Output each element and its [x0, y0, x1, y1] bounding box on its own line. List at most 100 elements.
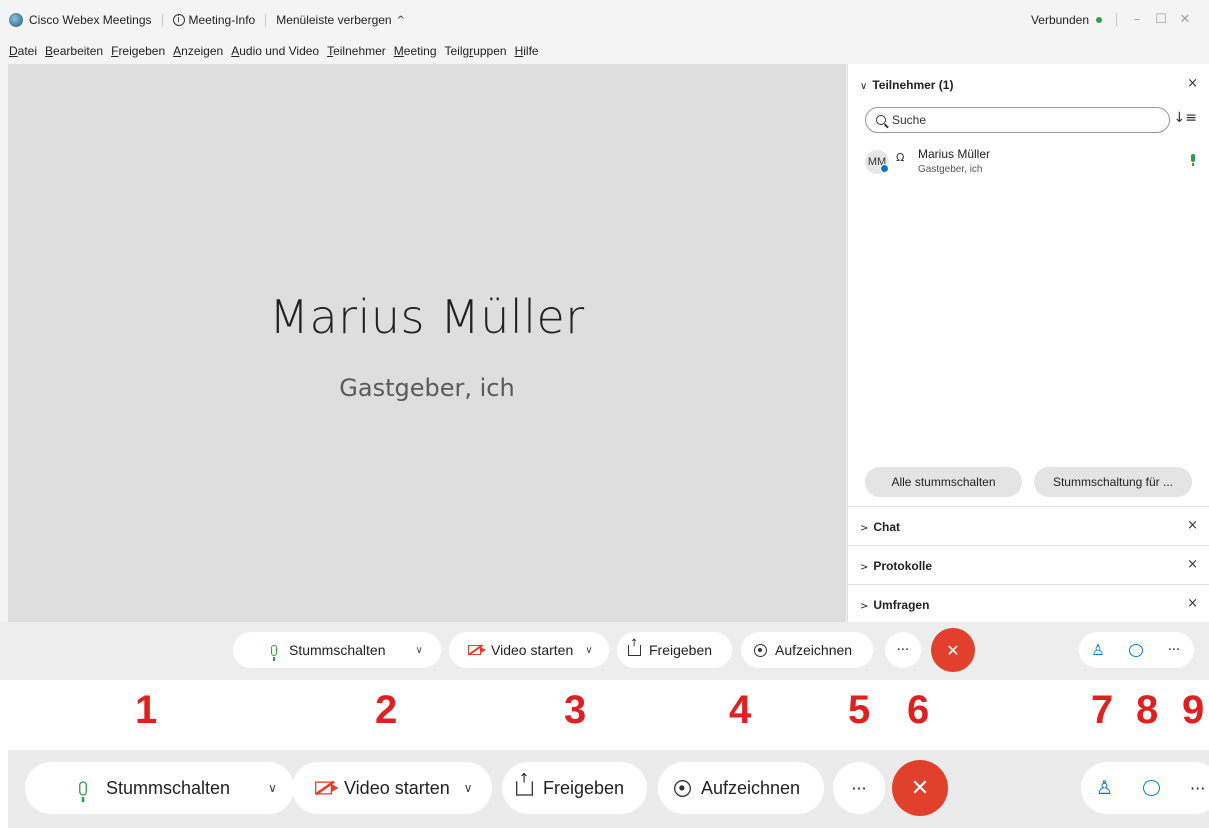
menu-audio-video[interactable]: Audio und Video	[231, 44, 319, 58]
menu-bar: Datei Bearbeiten Freigeben Anzeigen Audi…	[9, 44, 539, 58]
menu-bearbeiten[interactable]: Bearbeiten	[45, 44, 103, 58]
more-panels-button-large[interactable]: ···	[1174, 762, 1209, 814]
unmute-all-button[interactable]: Stummschaltung für ...	[1034, 467, 1192, 497]
share-label: Freigeben	[649, 642, 713, 658]
record-label: Aufzeichnen	[775, 642, 853, 658]
annotation-4: 4	[729, 688, 752, 732]
close-chat-button[interactable]: ×	[1187, 518, 1198, 533]
mute-button-large[interactable]: Stummschalten ∨	[25, 762, 294, 814]
share-icon	[628, 638, 641, 656]
minimize-button[interactable]: –	[1125, 12, 1149, 27]
share-button-large[interactable]: Freigeben	[502, 762, 647, 814]
headset-icon: Ω	[896, 151, 905, 164]
chevron-right-icon: >	[860, 562, 869, 573]
chat-panel-button-large[interactable]	[1128, 762, 1175, 814]
close-window-button[interactable]: ✕	[1173, 12, 1197, 27]
mute-label-large: Stummschalten	[106, 777, 231, 798]
record-icon	[754, 643, 767, 657]
webex-logo-icon	[9, 13, 23, 27]
record-label-large: Aufzeichnen	[701, 777, 801, 798]
panel-controls: ♙ ···	[1079, 632, 1194, 668]
section-protokolle-label: Protokolle	[873, 559, 933, 573]
annotation-6: 6	[907, 688, 930, 732]
annotation-3: 3	[564, 688, 587, 732]
maximize-button[interactable]: ☐	[1149, 12, 1173, 27]
participant-name: Marius Müller	[918, 147, 991, 161]
app-title: Cisco Webex Meetings	[29, 13, 152, 27]
microphone-icon[interactable]	[1191, 154, 1195, 166]
more-options-button-large[interactable]: ···	[833, 762, 885, 814]
meeting-toolbar: Stummschalten ∨ Video starten ∨ Freigebe…	[0, 622, 1209, 680]
chevron-down-icon[interactable]: ∨	[268, 781, 277, 795]
more-panels-button[interactable]: ···	[1155, 632, 1193, 668]
video-off-icon	[315, 781, 339, 795]
section-protokolle[interactable]: > Protokolle ×	[848, 545, 1209, 584]
meeting-info-label: Meeting-Info	[188, 13, 256, 27]
end-meeting-button-large[interactable]: ✕	[892, 760, 948, 816]
start-video-button-large[interactable]: Video starten ∨	[292, 762, 492, 814]
hide-menu-label: Menüleiste verbergen	[276, 13, 392, 27]
more-options-button[interactable]: ···	[885, 632, 921, 668]
status-dot-icon	[1096, 16, 1102, 23]
close-umfragen-button[interactable]: ×	[1187, 596, 1198, 611]
annotation-1: 1	[135, 688, 158, 732]
connection-status: Verbunden	[1030, 12, 1089, 27]
participant-role: Gastgeber, ich	[918, 164, 983, 175]
chat-panel-button[interactable]	[1117, 632, 1155, 668]
mute-label: Stummschalten	[289, 642, 386, 658]
share-label-large: Freigeben	[543, 777, 625, 798]
menu-teilgruppen[interactable]: Teilgruppen	[445, 44, 507, 58]
menu-meeting[interactable]: Meeting	[394, 44, 437, 58]
start-video-button[interactable]: Video starten ∨	[449, 632, 609, 668]
annotation-9: 9	[1182, 688, 1205, 732]
chevron-down-icon[interactable]: ∨	[464, 781, 473, 795]
mute-all-button[interactable]: Alle stummschalten	[865, 467, 1022, 497]
hide-menu-button[interactable]: Menüleiste verbergen ^	[276, 13, 405, 27]
chevron-up-icon: ^	[396, 14, 405, 26]
menu-teilnehmer[interactable]: Teilnehmer	[327, 44, 386, 58]
annotated-toolbar: Stummschalten ∨ Video starten ∨ Freigebe…	[8, 750, 1209, 828]
menu-freigeben[interactable]: Freigeben	[111, 44, 165, 58]
record-button-large[interactable]: Aufzeichnen	[658, 762, 824, 814]
video-off-icon	[468, 645, 486, 655]
section-chat-label: Chat	[873, 520, 901, 534]
annotation-2: 2	[375, 688, 398, 732]
share-icon	[516, 772, 533, 796]
participant-search-input[interactable]: Suche	[865, 107, 1170, 133]
participants-panel-button-large[interactable]: ♙	[1081, 762, 1128, 814]
chat-icon	[1142, 780, 1160, 796]
stage-participant-role: Gastgeber, ich	[339, 374, 515, 402]
menu-anzeigen[interactable]: Anzeigen	[173, 44, 223, 58]
divider	[1116, 13, 1117, 26]
mute-button[interactable]: Stummschalten ∨	[233, 632, 441, 668]
section-umfragen[interactable]: > Umfragen ×	[848, 584, 1209, 623]
search-icon	[876, 115, 886, 125]
end-meeting-button[interactable]: ✕	[931, 628, 975, 672]
participants-panel: ∨ Teilnehmer (1) × Suche ↓≡ MM Ω Marius M…	[847, 64, 1209, 623]
menu-datei[interactable]: Datei	[9, 44, 37, 58]
panel-controls-large: ♙ ···	[1081, 762, 1209, 814]
participants-header[interactable]: ∨ Teilnehmer (1) ×	[848, 64, 1209, 104]
info-icon: i	[172, 14, 185, 26]
presence-badge-icon	[880, 164, 889, 173]
section-umfragen-label: Umfragen	[873, 598, 930, 612]
chevron-down-icon[interactable]: ∨	[415, 645, 422, 656]
annotation-5: 5	[848, 688, 871, 732]
meeting-info-button[interactable]: i Meeting-Info	[172, 13, 256, 27]
video-stage: Marius Müller Gastgeber, ich	[8, 64, 846, 622]
close-protokolle-button[interactable]: ×	[1187, 557, 1198, 572]
webex-window: Cisco Webex Meetings i Meeting-Info Menü…	[0, 0, 1209, 680]
start-video-label-large: Video starten	[344, 777, 450, 798]
sort-icon[interactable]: ↓≡	[1174, 110, 1197, 126]
participants-panel-button[interactable]: ♙	[1079, 632, 1117, 668]
section-chat[interactable]: > Chat ×	[848, 506, 1209, 545]
participant-row[interactable]: MM Ω Marius Müller Gastgeber, ich	[865, 146, 1195, 186]
menu-hilfe[interactable]: Hilfe	[515, 44, 539, 58]
record-button[interactable]: Aufzeichnen	[741, 632, 873, 668]
share-button[interactable]: Freigeben	[617, 632, 732, 668]
stage-participant-name: Marius Müller	[269, 290, 585, 344]
microphone-icon	[79, 780, 87, 802]
close-participants-button[interactable]: ×	[1187, 76, 1198, 91]
chevron-down-icon[interactable]: ∨	[585, 645, 592, 656]
annotation-8: 8	[1136, 688, 1159, 732]
